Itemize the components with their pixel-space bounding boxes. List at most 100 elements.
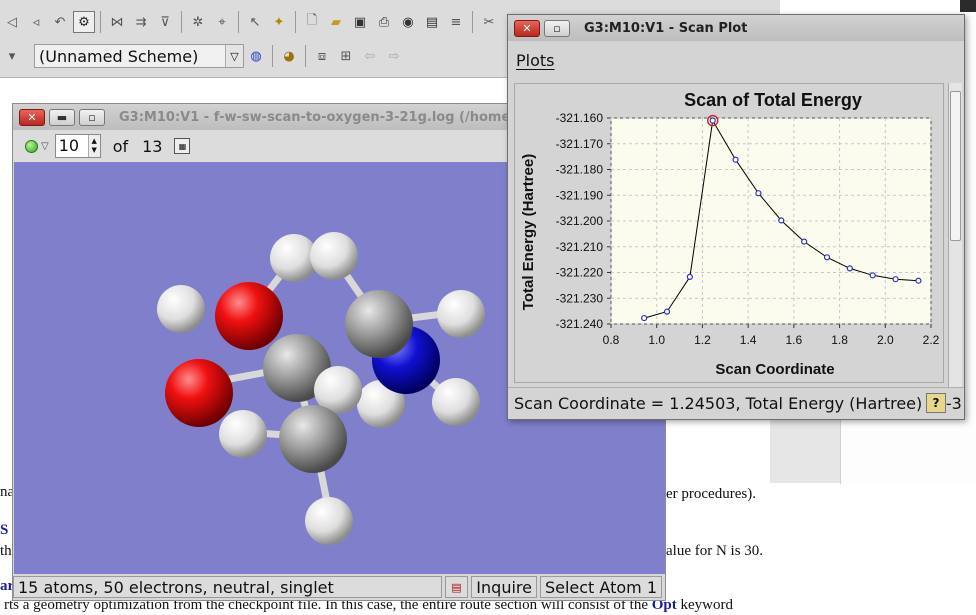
tile-icon[interactable]: ⊞ — [335, 45, 357, 67]
oxygen-atom[interactable] — [165, 359, 233, 427]
y-tick-labels: -321.160 -321.170 -321.180 -321.190 -321.200… — [556, 111, 604, 331]
save-icon[interactable]: ▣ — [349, 11, 371, 33]
data-point[interactable] — [869, 272, 876, 279]
data-point[interactable] — [892, 276, 899, 283]
data-point[interactable] — [686, 273, 693, 280]
play-icon[interactable] — [25, 139, 38, 153]
list-icon[interactable]: ≡ — [445, 11, 467, 33]
toolbar-separator — [272, 45, 273, 67]
calendar-icon[interactable]: ▦ — [174, 138, 191, 154]
windows-icon[interactable]: ⧈ — [311, 45, 333, 67]
back-arrow-icon[interactable]: ⇦ — [359, 45, 381, 67]
scrollbar-thumb[interactable] — [950, 91, 961, 241]
hydrogen-atom[interactable] — [437, 290, 485, 338]
data-point[interactable] — [778, 217, 785, 224]
scheme-select[interactable]: (Unnamed Scheme) ▽ — [34, 44, 244, 68]
bond-icon[interactable]: ⋈ — [106, 11, 128, 33]
energy-chart[interactable]: Scan of Total Energy -321.160-321.170-32… — [515, 84, 943, 382]
palette-icon[interactable]: ◕ — [278, 45, 300, 67]
plot-frame: Scan of Total Energy -321.160 -321.170 -32… — [514, 83, 944, 383]
data-point[interactable] — [732, 156, 739, 163]
hydrogen-atom[interactable] — [310, 232, 358, 280]
data-point[interactable] — [641, 314, 648, 322]
oxygen-atom[interactable] — [215, 282, 283, 350]
total-frames: 13 — [142, 136, 163, 156]
plot-scrollbar[interactable] — [948, 83, 962, 389]
sparkle-icon[interactable]: ✦ — [268, 11, 290, 33]
maximize-icon[interactable]: ▫ — [544, 19, 570, 37]
data-point[interactable] — [915, 277, 922, 284]
x-tick-label: 2.0 — [877, 333, 894, 347]
cut-icon[interactable]: ✂ — [478, 11, 500, 33]
data-point[interactable] — [663, 308, 671, 315]
desktop-edge — [960, 0, 976, 12]
hydrogen-atom[interactable] — [157, 285, 205, 333]
plots-menu[interactable]: Plots — [516, 51, 555, 70]
spin-arrows-icon[interactable]: ▲ ▼ — [87, 135, 100, 157]
carbon-atom[interactable] — [345, 290, 413, 358]
dropdown-left-icon[interactable]: ▾ — [1, 45, 23, 67]
data-point[interactable] — [801, 238, 808, 245]
chart-title: Scan of Total Energy — [684, 90, 862, 110]
molecule-info: 15 atoms, 50 electrons, neutral, singlet — [13, 576, 442, 598]
data-point[interactable] — [709, 117, 716, 124]
y-tick-label: -321.240 — [556, 317, 604, 331]
open-folder-icon[interactable]: ▰ — [325, 11, 347, 33]
camera-icon[interactable]: ◉ — [397, 11, 419, 33]
data-point[interactable] — [755, 190, 762, 197]
x-tick-label: 1.6 — [786, 333, 803, 347]
y-tick-label: -321.230 — [556, 291, 604, 305]
frame-spinbox[interactable]: 10 ▲ ▼ — [54, 134, 101, 158]
hydrogen-atom[interactable] — [219, 410, 267, 458]
star-icon[interactable]: ✲ — [187, 11, 209, 33]
molecule-statusbar: 15 atoms, 50 electrons, neutral, singlet… — [13, 574, 665, 600]
new-file-icon[interactable]: 🗋 — [301, 11, 323, 33]
molecule-window-title: G3:M10:V1 - f-w-sw-scan-to-oxygen-3-21g.… — [119, 109, 524, 125]
scan-menubar: Plots — [508, 43, 964, 77]
y-tick-label: -321.200 — [556, 214, 604, 228]
print-icon[interactable]: ⎙ — [373, 11, 395, 33]
data-point[interactable] — [846, 265, 853, 272]
chevron-down-icon[interactable]: ▽ — [225, 45, 243, 67]
toolbar-separator — [181, 11, 182, 33]
close-icon[interactable]: ✕ — [19, 108, 45, 126]
doc-fragment-th: th — [0, 543, 12, 559]
arrows-icon[interactable]: ⇉ — [130, 11, 152, 33]
doc-line-2: alue for N is 30. — [666, 543, 764, 559]
minimize-icon[interactable]: ▬ — [49, 108, 75, 126]
hydrogen-atom[interactable] — [305, 497, 353, 545]
data-point[interactable] — [823, 254, 831, 261]
inquire-button[interactable]: Inquire — [471, 576, 537, 598]
carbon-atom[interactable] — [279, 405, 347, 473]
triangle-left-icon[interactable]: ◃ — [25, 11, 47, 33]
filter-icon[interactable]: ⊽ — [154, 11, 176, 33]
y-tick-label: -321.180 — [556, 163, 604, 177]
of-label: of — [112, 136, 129, 156]
hydrogen-atom[interactable] — [432, 378, 480, 426]
maximize-icon[interactable]: ▫ — [79, 108, 105, 126]
x-tick-label: 1.2 — [694, 333, 711, 347]
curve-icon[interactable]: ↶ — [49, 11, 71, 33]
doc-fragment-s[interactable]: S — [0, 522, 8, 539]
rotate-left-icon[interactable]: ◁ — [1, 11, 23, 33]
toolbar-row-2: ▾ (Unnamed Scheme) ▽ ◍ ◕ ⧈ ⊞ ⇦ ⇨ — [0, 40, 406, 72]
forward-arrow-icon[interactable]: ⇨ — [383, 45, 405, 67]
scan-window-titlebar[interactable]: ✕ ▫ G3:M10:V1 - Scan Plot — [508, 15, 964, 41]
play-dropdown-icon[interactable]: ▽ — [41, 141, 49, 152]
tool-icon[interactable]: ⚙ — [73, 11, 95, 33]
doc-line-1: er procedures). — [666, 486, 756, 502]
pointer-icon[interactable]: ↖ — [244, 11, 266, 33]
frame-value: 10 — [58, 136, 80, 155]
pdf-icon[interactable]: ▤ — [444, 576, 469, 598]
help-icon[interactable]: ? — [926, 393, 946, 413]
y-tick-label: -321.160 — [556, 111, 604, 125]
select-icon[interactable]: ⌖ — [211, 11, 233, 33]
y-tick-label: -321.210 — [556, 240, 604, 254]
globe-icon[interactable]: ◍ — [245, 45, 267, 67]
close-icon[interactable]: ✕ — [514, 19, 540, 37]
toolbar-row-1: ◁ ◃ ↶ ⚙ ⋈ ⇉ ⊽ ✲ ⌖ ↖ ✦ 🗋 ▰ ▣ ⎙ ◉ ▤ ≡ ✂ ⧉ — [0, 6, 525, 38]
image-icon[interactable]: ▤ — [421, 11, 443, 33]
select-atom-field[interactable]: Select Atom 1 — [539, 576, 662, 598]
y-axis-label: Total Energy (Hartree) — [520, 154, 537, 310]
x-tick-label: 2.2 — [923, 333, 940, 347]
